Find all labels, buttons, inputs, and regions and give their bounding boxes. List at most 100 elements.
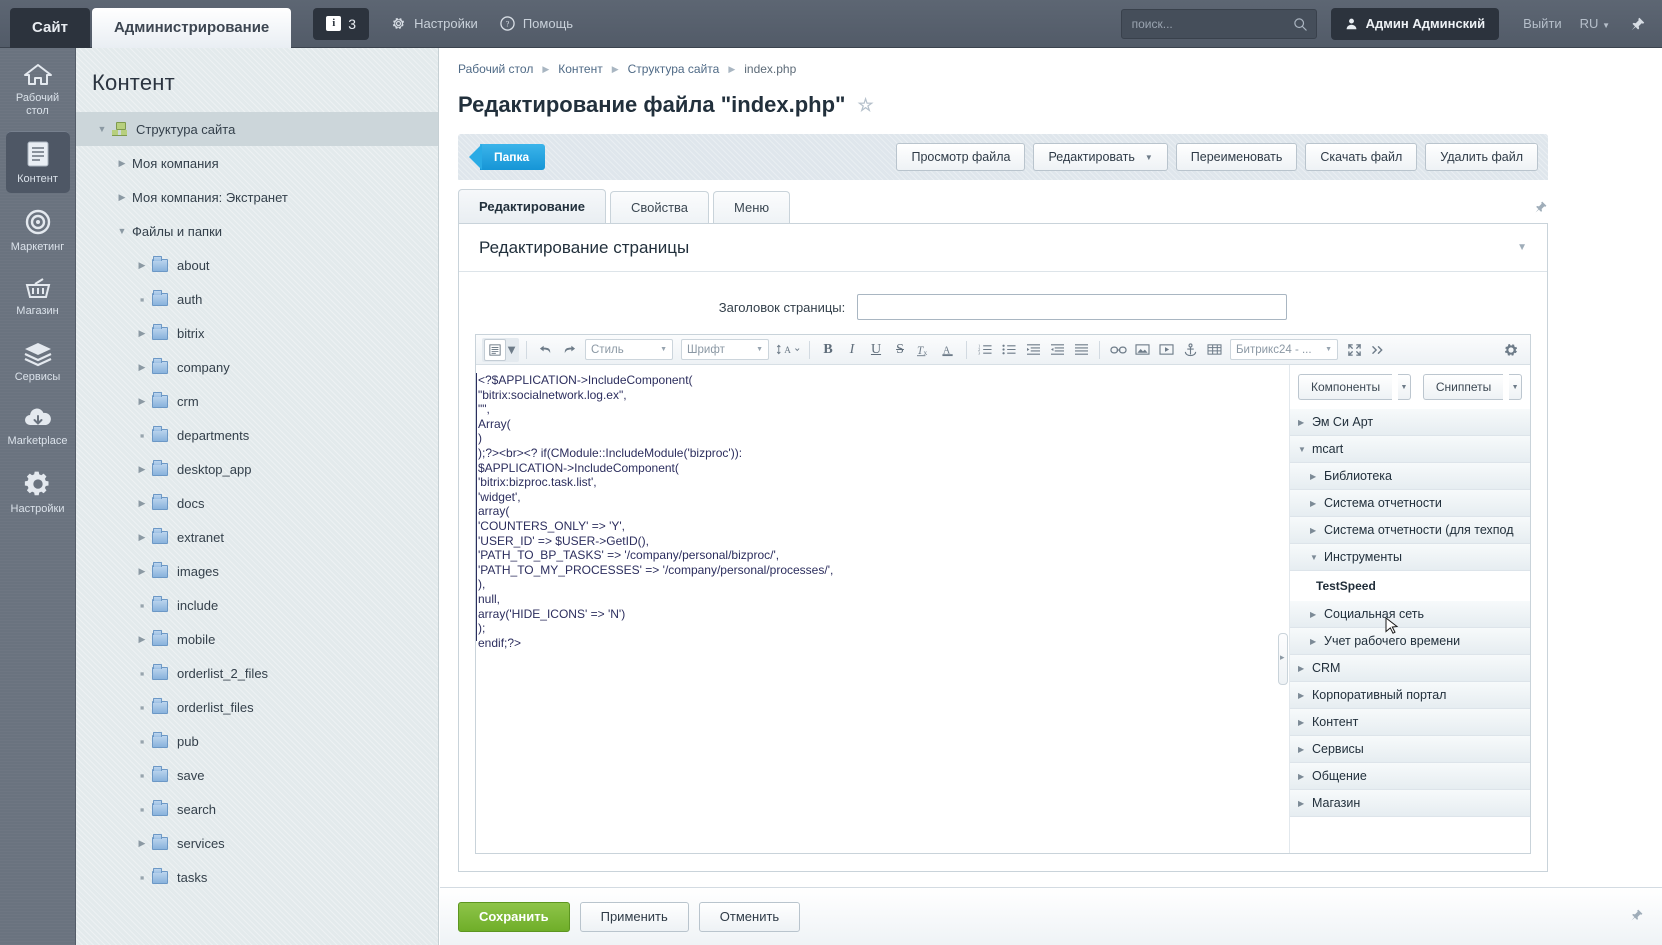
video-icon[interactable] xyxy=(1155,339,1177,361)
component-tree-row[interactable]: ▶ Магазин xyxy=(1290,790,1530,817)
toolbar-button[interactable]: Просмотр файла xyxy=(896,143,1026,171)
chevron-double-right-icon[interactable] xyxy=(1367,339,1389,361)
outdent-icon[interactable] xyxy=(1046,339,1068,361)
source-view-icon[interactable] xyxy=(484,338,506,361)
chevron-right-icon[interactable]: ▶ xyxy=(132,362,152,373)
tree-node[interactable]: ▶ extranet xyxy=(76,520,438,554)
rail-item-settings[interactable]: Настройки xyxy=(6,461,70,523)
font-select[interactable]: Шрифт ▼ xyxy=(681,339,769,360)
chevron-right-icon[interactable]: ▶ xyxy=(132,260,152,271)
tree-node[interactable]: ▶ Моя компания xyxy=(76,146,438,180)
tree-node[interactable]: ▼ Структура сайта xyxy=(76,112,438,146)
chevron-down-icon[interactable]: ▼ xyxy=(1145,153,1153,162)
breadcrumb-item[interactable]: Структура сайта xyxy=(628,62,720,76)
toolbar-button[interactable]: Скачать файл xyxy=(1305,143,1418,171)
components-button[interactable]: Компоненты xyxy=(1298,374,1393,400)
component-tree-row[interactable]: ▶ Система отчетности xyxy=(1290,490,1530,517)
tab[interactable]: Свойства xyxy=(609,191,710,223)
logout-link[interactable]: Выйти xyxy=(1523,16,1562,31)
tree-node[interactable]: ▪ orderlist_2_files xyxy=(76,656,438,690)
tree-node[interactable]: ▶ Моя компания: Экстранет xyxy=(76,180,438,214)
tree-node[interactable]: ▪ auth xyxy=(76,282,438,316)
chevron-right-icon[interactable]: ▶ xyxy=(112,158,132,169)
pin-icon[interactable] xyxy=(1630,16,1646,32)
tree-node[interactable]: ▪ include xyxy=(76,588,438,622)
chevron-down-icon[interactable]: ▼ xyxy=(112,226,132,236)
tree-node[interactable]: ▶ bitrix xyxy=(76,316,438,350)
cancel-button[interactable]: Отменить xyxy=(698,901,801,932)
chevron-right-icon[interactable]: ▶ xyxy=(1298,718,1312,727)
chevron-right-icon[interactable]: ▶ xyxy=(132,566,152,577)
chevron-right-icon[interactable]: ▶ xyxy=(132,532,152,543)
chevron-right-icon[interactable]: ▶ xyxy=(132,498,152,509)
redo-icon[interactable] xyxy=(558,339,580,361)
tree-node[interactable]: ▶ about xyxy=(76,248,438,282)
rail-item-services[interactable]: Сервисы xyxy=(6,331,70,391)
indent-icon[interactable] xyxy=(1022,339,1044,361)
view-mode-group[interactable]: ▼ xyxy=(482,337,519,362)
chevron-right-icon[interactable]: ▶ xyxy=(1298,691,1312,700)
chevron-right-icon[interactable]: ▶ xyxy=(1310,610,1324,619)
rail-item-marketplace[interactable]: Marketplace xyxy=(6,397,70,455)
style-select[interactable]: Стиль ▼ xyxy=(585,339,673,360)
search-box[interactable] xyxy=(1120,8,1317,39)
rail-item-shop[interactable]: Магазин xyxy=(6,267,70,325)
text-color-icon[interactable]: A xyxy=(937,339,959,361)
chevron-right-icon[interactable]: ▶ xyxy=(132,838,152,849)
apply-button[interactable]: Применить xyxy=(579,901,689,932)
ordered-list-icon[interactable]: 123 xyxy=(974,339,996,361)
settings-link[interactable]: Настройки xyxy=(391,16,478,31)
chevron-right-icon[interactable]: ▶ xyxy=(1310,526,1324,535)
toolbar-button[interactable]: Удалить файл xyxy=(1425,143,1538,171)
tree-node[interactable]: ▶ services xyxy=(76,826,438,860)
tree-node[interactable]: ▪ search xyxy=(76,792,438,826)
chevron-right-icon[interactable]: ▶ xyxy=(1298,418,1312,427)
view-mode-caret-icon[interactable]: ▼ xyxy=(505,339,518,361)
page-title-input[interactable] xyxy=(857,294,1288,320)
save-button[interactable]: Сохранить xyxy=(458,901,570,932)
table-icon[interactable] xyxy=(1203,339,1225,361)
component-tree-row[interactable]: ▶ Система отчетности (для техпод xyxy=(1290,517,1530,544)
tree-node[interactable]: ▪ departments xyxy=(76,418,438,452)
strikethrough-button[interactable]: S xyxy=(889,339,911,361)
tab-administration[interactable]: Администрирование xyxy=(91,7,292,48)
tab[interactable]: Редактирование xyxy=(458,189,606,223)
toolbar-button[interactable]: Редактировать ▼ xyxy=(1033,143,1168,171)
chevron-right-icon[interactable]: ▶ xyxy=(1298,664,1312,673)
component-tree-row[interactable]: ▶ Корпоративный портал xyxy=(1290,682,1530,709)
help-link[interactable]: ? Помощь xyxy=(500,16,573,31)
star-icon[interactable]: ☆ xyxy=(857,95,873,116)
template-select[interactable]: Битрикс24 - ... ▼ xyxy=(1230,339,1338,360)
rail-item-desktop[interactable]: Рабочий стол xyxy=(6,54,70,125)
chevron-down-icon[interactable]: ▼ xyxy=(92,124,112,134)
chevron-right-icon[interactable]: ▶ xyxy=(132,396,152,407)
language-switcher[interactable]: RU ▼ xyxy=(1580,16,1610,31)
chevron-right-icon[interactable]: ▶ xyxy=(1310,637,1324,646)
italic-button[interactable]: I xyxy=(841,339,863,361)
pin-icon[interactable] xyxy=(1630,908,1644,925)
tab-site[interactable]: Сайт xyxy=(10,7,90,48)
align-justify-icon[interactable] xyxy=(1070,339,1092,361)
link-icon[interactable] xyxy=(1107,339,1129,361)
chevron-right-icon[interactable]: ▶ xyxy=(1298,772,1312,781)
breadcrumb-item[interactable]: Рабочий стол xyxy=(458,62,533,76)
unordered-list-icon[interactable] xyxy=(998,339,1020,361)
tab[interactable]: Меню xyxy=(713,191,791,223)
tree-node[interactable]: ▶ crm xyxy=(76,384,438,418)
chevron-right-icon[interactable]: ▶ xyxy=(1310,472,1324,481)
chevron-right-icon[interactable]: ▶ xyxy=(132,464,152,475)
user-menu[interactable]: Админ Админский xyxy=(1330,7,1500,40)
tree-node[interactable]: ▶ docs xyxy=(76,486,438,520)
tree-node[interactable]: ▶ images xyxy=(76,554,438,588)
chevron-down-icon[interactable]: ▼ xyxy=(1517,242,1527,253)
snippets-dropdown-caret[interactable]: ▼ xyxy=(1509,374,1522,400)
tree-node[interactable]: ▪ save xyxy=(76,758,438,792)
chevron-down-icon[interactable]: ▼ xyxy=(1310,553,1324,562)
search-input[interactable] xyxy=(1121,16,1316,31)
chevron-right-icon[interactable]: ▶ xyxy=(132,634,152,645)
components-dropdown-caret[interactable]: ▼ xyxy=(1398,374,1411,400)
tree-node[interactable]: ▶ company xyxy=(76,350,438,384)
image-icon[interactable] xyxy=(1131,339,1153,361)
clear-format-icon[interactable]: Tx xyxy=(913,339,935,361)
bold-button[interactable]: B xyxy=(817,339,839,361)
